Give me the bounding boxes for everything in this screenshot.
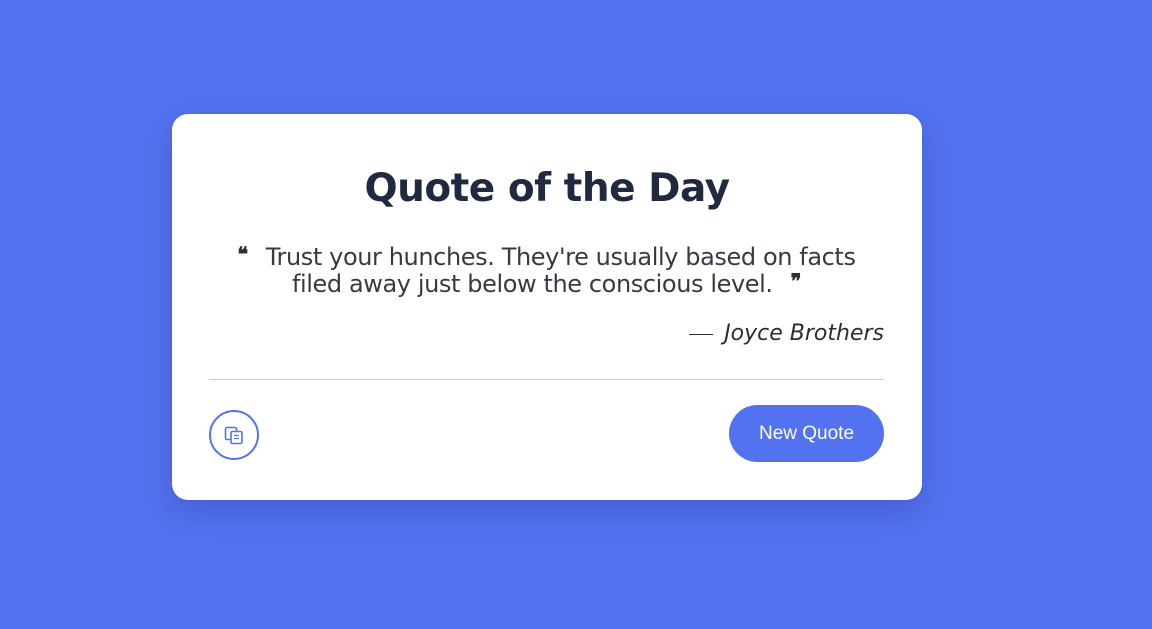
quote-card: Quote of the Day ❝ Trust your hunches. Th… [172,114,922,500]
quote-text-block: ❝ Trust your hunches. They're usually bas… [209,244,884,298]
author-dash [689,333,714,335]
author-name: Joyce Brothers [724,321,884,346]
copy-icon [223,424,245,446]
divider [209,379,884,380]
card-title: Quote of the Day [364,166,730,211]
new-quote-button[interactable]: New Quote [729,405,884,462]
close-quote-icon: ❞ [790,269,802,293]
quote-text: Trust your hunches. They're usually base… [265,243,856,298]
open-quote-icon: ❝ [237,242,248,266]
copy-button[interactable] [209,410,259,460]
quote-author: Joyce Brothers [689,320,884,348]
